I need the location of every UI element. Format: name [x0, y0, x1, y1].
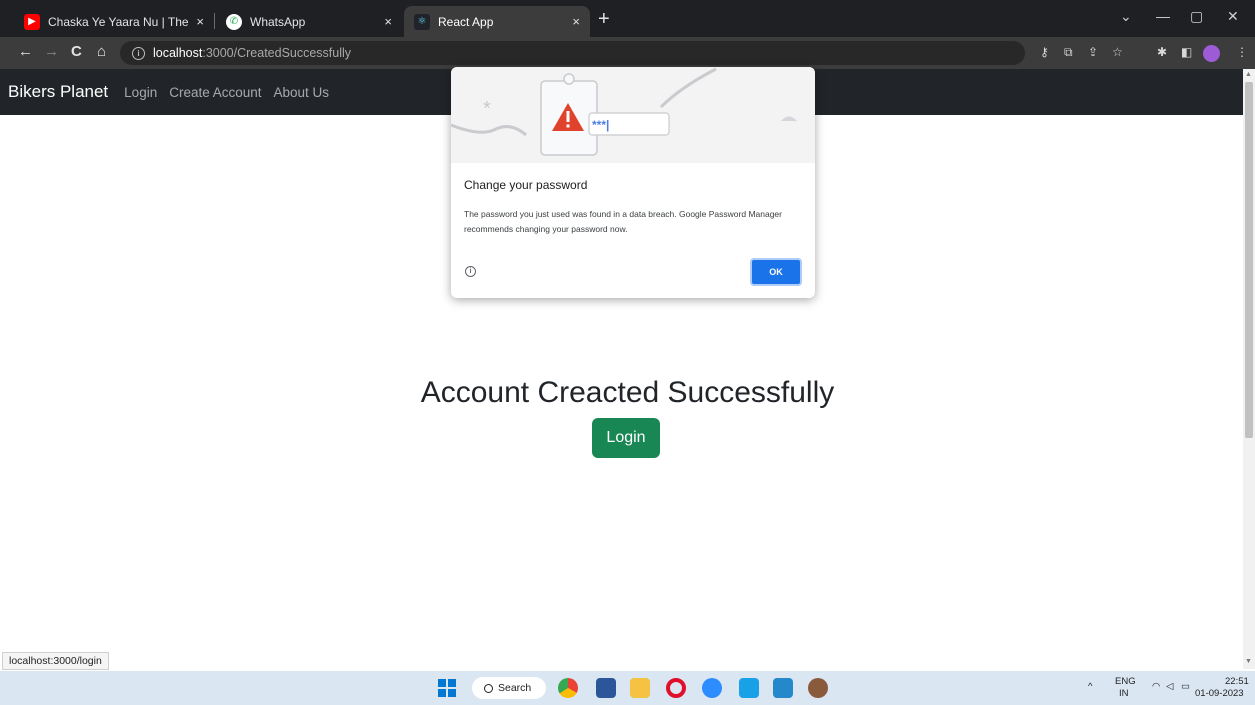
dialog-title: Change your password	[464, 178, 588, 192]
clock-time[interactable]: 22:51	[1225, 676, 1249, 687]
site-info-icon[interactable]: i	[132, 46, 145, 60]
dialog-illustration: * ***|	[451, 67, 815, 163]
tab-search-icon[interactable]: ⌄	[1120, 8, 1132, 25]
game-app-icon[interactable]	[808, 678, 828, 698]
tab-separator	[214, 13, 215, 29]
battery-icon[interactable]: ▭	[1181, 681, 1190, 692]
tab-title: Chaska Ye Yaara Nu | The Crown	[48, 14, 189, 29]
scroll-up-icon[interactable]: ▲	[1245, 71, 1252, 78]
restore-button[interactable]: ▢	[1190, 8, 1203, 25]
zoom-icon[interactable]	[702, 678, 722, 698]
bookmark-star-icon[interactable]: ☆	[1112, 45, 1123, 59]
windows-start-icon[interactable]	[437, 678, 457, 698]
search-icon	[484, 683, 493, 693]
region-indicator: IN	[1119, 688, 1129, 699]
password-breach-dialog: * ***| Change your password The password…	[451, 67, 815, 298]
vscode-icon[interactable]	[773, 678, 793, 698]
window-close-button[interactable]: ✕	[1227, 8, 1239, 25]
forward-button[interactable]: →	[44, 43, 59, 60]
close-icon[interactable]: ×	[196, 14, 204, 29]
share-icon[interactable]: ⇪	[1088, 45, 1098, 59]
nav-link-login[interactable]: Login	[124, 85, 157, 100]
file-explorer-icon[interactable]	[630, 678, 650, 698]
close-icon[interactable]: ×	[384, 14, 392, 29]
remote-desktop-icon[interactable]	[739, 678, 759, 698]
wifi-icon[interactable]: ◠	[1152, 681, 1160, 692]
nav-link-about-us[interactable]: About Us	[274, 85, 330, 100]
chrome-icon[interactable]	[558, 678, 578, 698]
back-button[interactable]: ←	[18, 43, 33, 60]
install-icon[interactable]: ⧉	[1064, 45, 1073, 60]
browser-toolbar: ← → C ⌂ i localhost:3000/CreatedSuccessf…	[0, 37, 1255, 69]
login-button[interactable]: Login	[592, 418, 660, 458]
tray-overflow-icon[interactable]: ^	[1088, 681, 1092, 692]
react-icon: ⚛	[414, 13, 430, 30]
address-bar[interactable]: i localhost:3000/CreatedSuccessfully	[120, 41, 1025, 65]
url-path: :3000/CreatedSuccessfully	[202, 46, 352, 60]
clock-date[interactable]: 01-09-2023	[1195, 688, 1244, 699]
link-status-tooltip: localhost:3000/login	[2, 652, 109, 670]
profile-avatar[interactable]	[1203, 45, 1220, 62]
language-indicator[interactable]: ENG	[1115, 676, 1136, 687]
svg-text:***|: ***|	[592, 118, 609, 132]
minimize-button[interactable]: —	[1156, 8, 1170, 24]
tab-react-app[interactable]: ⚛ React App ×	[404, 6, 590, 37]
new-tab-button[interactable]: +	[598, 8, 610, 31]
navbar-brand[interactable]: Bikers Planet	[8, 82, 108, 102]
tab-title: React App	[438, 14, 494, 29]
opera-icon[interactable]	[666, 678, 686, 698]
tab-title: WhatsApp	[250, 14, 306, 29]
menu-icon[interactable]: ⋮	[1236, 45, 1248, 59]
whatsapp-icon: ✆	[226, 13, 242, 30]
close-icon[interactable]: ×	[572, 14, 580, 29]
volume-icon[interactable]: ◁	[1166, 681, 1173, 692]
dialog-body: The password you just used was found in …	[464, 209, 782, 234]
side-panel-icon[interactable]: ◧	[1181, 45, 1192, 59]
reload-button[interactable]: C	[71, 43, 82, 60]
dialog-ok-button[interactable]: OK	[750, 258, 802, 286]
tab-youtube[interactable]: ▶ Chaska Ye Yaara Nu | The Crown ×	[14, 6, 214, 37]
windows-taskbar: Search	[0, 671, 1255, 705]
password-warning-illustration: * ***|	[451, 67, 797, 156]
search-label: Search	[498, 682, 532, 694]
key-icon[interactable]: ⚷	[1040, 45, 1049, 59]
info-icon[interactable]: i	[465, 266, 476, 277]
url-host: localhost	[153, 46, 203, 60]
taskbar-search[interactable]: Search	[472, 677, 546, 699]
scroll-down-icon[interactable]: ▼	[1245, 658, 1252, 665]
tab-whatsapp[interactable]: ✆ WhatsApp ×	[216, 6, 402, 37]
home-button[interactable]: ⌂	[97, 43, 106, 60]
store-icon[interactable]	[596, 678, 616, 698]
page-headline: Account Creacted Successfully	[420, 376, 835, 409]
nav-link-create-account[interactable]: Create Account	[169, 85, 261, 100]
svg-text:*: *	[483, 98, 491, 120]
youtube-icon: ▶	[24, 13, 40, 30]
extensions-icon[interactable]: ✱	[1157, 45, 1167, 59]
browser-tab-strip: ▶ Chaska Ye Yaara Nu | The Crown × ✆ Wha…	[0, 0, 1255, 37]
